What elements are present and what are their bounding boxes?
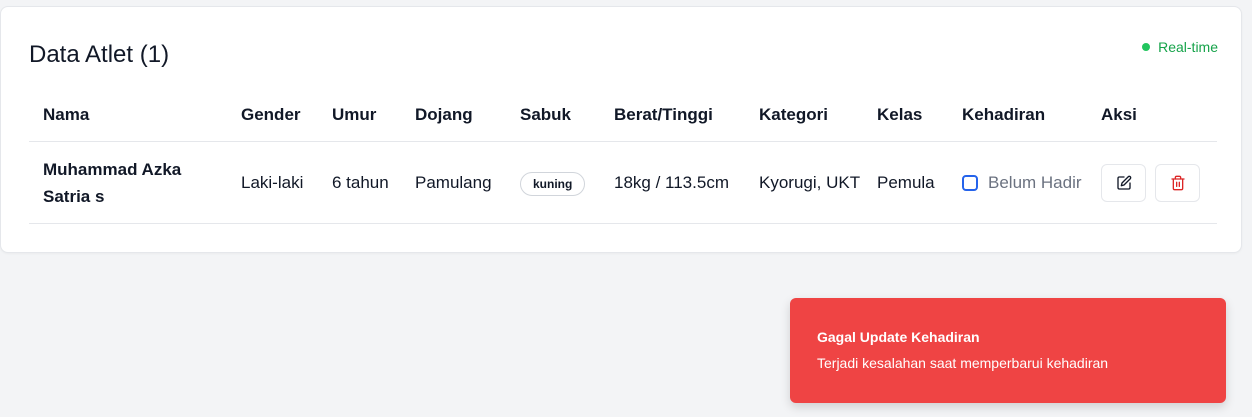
- page-title: Data Atlet (1): [29, 41, 170, 68]
- attendance-cell: Belum Hadir: [948, 141, 1087, 224]
- column-header-kategori[interactable]: Kategori: [745, 89, 863, 142]
- athlete-name: Muhammad Azka Satria s: [29, 141, 227, 224]
- edit-icon: [1116, 175, 1131, 190]
- column-header-kehadiran[interactable]: Kehadiran: [948, 89, 1087, 142]
- attendance-label[interactable]: Belum Hadir: [988, 169, 1082, 196]
- athlete-belt-cell: kuning: [506, 141, 600, 224]
- athlete-age: 6 tahun: [318, 141, 401, 224]
- athlete-table: Nama Gender Umur Dojang Sabuk Berat/Ting…: [29, 89, 1217, 224]
- column-header-berat-tinggi[interactable]: Berat/Tinggi: [600, 89, 745, 142]
- column-header-sabuk[interactable]: Sabuk: [506, 89, 600, 142]
- athlete-class: Pemula: [863, 141, 948, 224]
- realtime-status: Real-time: [1142, 39, 1218, 55]
- column-header-dojang[interactable]: Dojang: [401, 89, 506, 142]
- status-dot-icon: [1142, 43, 1151, 51]
- table-header-row: Nama Gender Umur Dojang Sabuk Berat/Ting…: [29, 89, 1217, 142]
- column-header-nama[interactable]: Nama: [29, 89, 227, 142]
- column-header-gender[interactable]: Gender: [227, 89, 318, 142]
- table-row: Muhammad Azka Satria s Laki-laki 6 tahun…: [29, 141, 1217, 224]
- toast-message: Terjadi kesalahan saat memperbarui kehad…: [817, 355, 1109, 371]
- toast-title: Gagal Update Kehadiran: [817, 329, 980, 345]
- athlete-data-card: Data Atlet (1) Real-time Nama Gender Umu…: [0, 6, 1242, 253]
- edit-button[interactable]: [1101, 163, 1146, 202]
- athlete-dojang: Pamulang: [401, 141, 506, 224]
- column-header-umur[interactable]: Umur: [318, 89, 401, 142]
- athlete-weight-height: 18kg / 113.5cm: [600, 141, 745, 224]
- athlete-gender: Laki-laki: [227, 141, 318, 224]
- column-header-aksi: Aksi: [1087, 89, 1217, 142]
- trash-icon: [1170, 175, 1185, 190]
- delete-button[interactable]: [1155, 163, 1200, 202]
- error-toast[interactable]: Gagal Update Kehadiran Terjadi kesalahan…: [790, 298, 1226, 403]
- belt-badge: kuning: [520, 172, 586, 196]
- actions-cell: [1087, 141, 1217, 224]
- attendance-checkbox[interactable]: [962, 174, 978, 191]
- realtime-label: Real-time: [1158, 39, 1218, 55]
- column-header-kelas[interactable]: Kelas: [863, 89, 948, 142]
- athlete-category: Kyorugi, UKT: [745, 141, 863, 224]
